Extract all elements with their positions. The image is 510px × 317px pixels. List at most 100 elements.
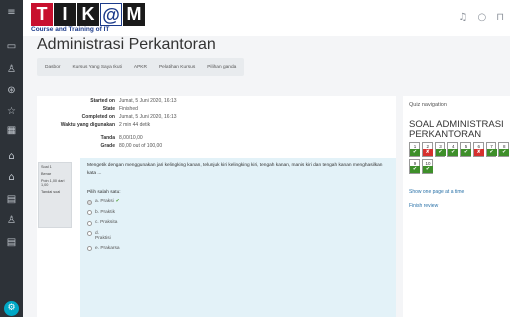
- question-nav-button[interactable]: 9 ✔: [409, 159, 420, 174]
- sidebar: ≡ ▭ ♙ ⊛ ☆ ▦ ⌂ ⌂ ▤ ♙ ▤ ⚙: [0, 0, 23, 317]
- logo-letter: @: [100, 3, 122, 26]
- question-nav-button[interactable]: 3 ✔: [434, 142, 446, 157]
- question-navigation-grid: 1 ✔ 2 ✘ 3 ✔ 4 ✔ 5 ✔ 6 ✘ 7 ✔ 8 ✔ 9 ✔ 10 ✔: [409, 142, 510, 176]
- summary-value: 8,00/10,00: [119, 135, 143, 141]
- flag-question-link[interactable]: Tandai soal: [41, 190, 69, 194]
- answer-option[interactable]: c. Praksita: [87, 220, 389, 226]
- question-info: Soal 1 Benar Poin 1,00 dari 1,00 Tandai …: [38, 162, 72, 228]
- breadcrumb-item[interactable]: Dasbor: [45, 65, 60, 70]
- logo-letter: T: [31, 3, 53, 26]
- correct-check-icon: ✔: [115, 199, 120, 204]
- dashboard-icon[interactable]: ▭: [5, 40, 18, 53]
- question-number: Soal 1: [41, 165, 52, 169]
- answer-option-label: d. Praktisi: [95, 230, 111, 241]
- summary-row: Started on Jumat, 5 Juni 2020, 16:13: [37, 98, 396, 106]
- logo-letter: I: [54, 3, 76, 26]
- logo-tagline: Course and Training of IT: [31, 26, 110, 33]
- question-nav-button[interactable]: 2 ✘: [421, 142, 433, 157]
- answer-option-label: b. Praktik: [95, 209, 115, 215]
- summary-value: Finished: [119, 106, 138, 112]
- logo-letters: T I K @ M: [31, 3, 145, 26]
- breadcrumb-item[interactable]: APKR: [134, 65, 147, 70]
- show-one-page-link[interactable]: Show one page at a time: [409, 189, 464, 195]
- answer-option[interactable]: a. Praksi ✔: [87, 199, 389, 205]
- summary-value: 2 min 44 detik: [119, 122, 151, 128]
- radio-button[interactable]: [87, 210, 92, 215]
- correct-mark-icon: ✔: [461, 149, 471, 156]
- radio-button[interactable]: [87, 199, 92, 205]
- quiz-navigation-title: Quiz navigation: [409, 102, 447, 108]
- answer-option-label: a. Praksi: [95, 199, 114, 204]
- logo-letter: M: [123, 3, 145, 26]
- competencies-icon[interactable]: ☆: [5, 105, 18, 118]
- notification-bell-icon[interactable]: ♫: [458, 12, 467, 23]
- radio-button[interactable]: [87, 246, 92, 251]
- question-nav-button[interactable]: 6 ✘: [472, 142, 484, 157]
- quiz-navigation-block: Quiz navigation SOAL ADMINISTRASI PERKAN…: [403, 96, 510, 317]
- summary-row: Grade 80,00 out of 100,00: [37, 143, 396, 151]
- question-nav-button[interactable]: 7 ✔: [485, 142, 497, 157]
- question-nav-button[interactable]: 8 ✔: [498, 142, 510, 157]
- review-summary-table: Started on Jumat, 5 Juni 2020, 16:13 State…: [37, 98, 396, 151]
- site-home-icon[interactable]: ⌂: [5, 150, 18, 163]
- top-navbar: T I K @ M Course and Training of IT ♫ ○ ⊓: [23, 0, 510, 36]
- correct-mark-icon: ✔: [486, 149, 497, 156]
- answer-option-label: c. Praksita: [95, 220, 118, 225]
- summary-label: Completed on: [81, 114, 115, 120]
- question-nav-button[interactable]: 4 ✔: [447, 142, 459, 157]
- logo-letter: K: [77, 3, 99, 26]
- participants-icon[interactable]: ♙: [5, 63, 18, 76]
- summary-value: Jumat, 5 Juni 2020, 16:13: [119, 98, 177, 104]
- incorrect-mark-icon: ✘: [422, 149, 433, 156]
- question-nav-button[interactable]: 5 ✔: [460, 142, 471, 157]
- top-icons: ♫ ○ ⊓: [458, 12, 504, 23]
- summary-label: Tanda: [100, 135, 115, 141]
- calendar-icon[interactable]: ⌂: [5, 171, 18, 184]
- breadcrumb-item[interactable]: Pilihan ganda: [207, 65, 236, 70]
- correct-mark-icon: ✔: [448, 149, 459, 156]
- menu-icon[interactable]: ≡: [5, 6, 18, 19]
- summary-value: 80,00 out of 100,00: [119, 143, 163, 149]
- files-icon[interactable]: ▤: [5, 193, 18, 206]
- badges-icon[interactable]: ⊛: [5, 84, 18, 97]
- finish-review-link[interactable]: Finish review: [409, 203, 438, 209]
- site-logo[interactable]: T I K @ M Course and Training of IT: [31, 3, 145, 34]
- page-title: Administrasi Perkantoran: [37, 36, 216, 53]
- question-nav-row: 9 ✔ 10 ✔: [409, 159, 509, 174]
- summary-row: Tanda 8,00/10,00: [37, 135, 396, 143]
- summary-label: Grade: [100, 143, 115, 149]
- question-status: Benar: [41, 172, 52, 176]
- user-menu-icon[interactable]: ⊓: [496, 12, 504, 23]
- quiz-name: SOAL ADMINISTRASI PERKANTORAN: [409, 119, 504, 140]
- correct-mark-icon: ✔: [423, 166, 433, 173]
- question-text: Mengetik dengan menggunakan jari kelingk…: [87, 163, 383, 176]
- review-card: Started on Jumat, 5 Juni 2020, 16:13 State…: [37, 96, 396, 317]
- correct-mark-icon: ✔: [410, 166, 420, 173]
- answer-option[interactable]: d. Praktisi: [87, 231, 389, 241]
- course-icon[interactable]: ♙: [5, 214, 18, 227]
- question-nav-button[interactable]: 1 ✔: [409, 142, 420, 157]
- messages-icon[interactable]: ○: [477, 12, 486, 23]
- summary-row: Completed on Jumat, 5 Juni 2020, 16:13: [37, 114, 396, 122]
- answer-prompt: Pilih salah satu:: [87, 190, 121, 195]
- correct-mark-icon: ✔: [435, 149, 446, 156]
- answer-option[interactable]: b. Praktik: [87, 209, 389, 215]
- settings-gear-icon[interactable]: ⚙: [4, 301, 19, 316]
- incorrect-mark-icon: ✘: [473, 149, 484, 156]
- breadcrumb-item[interactable]: Kursus Yang Saya Ikuti: [72, 65, 121, 70]
- breadcrumb: Dasbor Kursus Yang Saya Ikuti APKR Pelatiha…: [37, 58, 245, 76]
- answer-option-label: e. Prakarsa: [95, 245, 120, 251]
- correct-mark-icon: ✔: [499, 149, 510, 156]
- question-nav-row: 1 ✔ 2 ✘ 3 ✔ 4 ✔ 5 ✔ 6 ✘ 7 ✔ 8 ✔: [409, 142, 510, 157]
- breadcrumb-item[interactable]: Pelatihan Kursus: [159, 65, 195, 70]
- correct-mark-icon: ✔: [410, 149, 420, 156]
- grades-icon[interactable]: ▦: [5, 124, 18, 137]
- question-mark: Poin 1,00 dari 1,00: [41, 179, 65, 187]
- radio-button[interactable]: [87, 231, 92, 236]
- summary-label: Started on: [90, 98, 115, 104]
- question-nav-button[interactable]: 10 ✔: [422, 159, 433, 174]
- user-icon[interactable]: ▤: [5, 236, 18, 249]
- radio-button[interactable]: [87, 220, 92, 226]
- summary-row: State Finished: [37, 106, 396, 114]
- answer-option[interactable]: e. Prakarsa: [87, 245, 389, 251]
